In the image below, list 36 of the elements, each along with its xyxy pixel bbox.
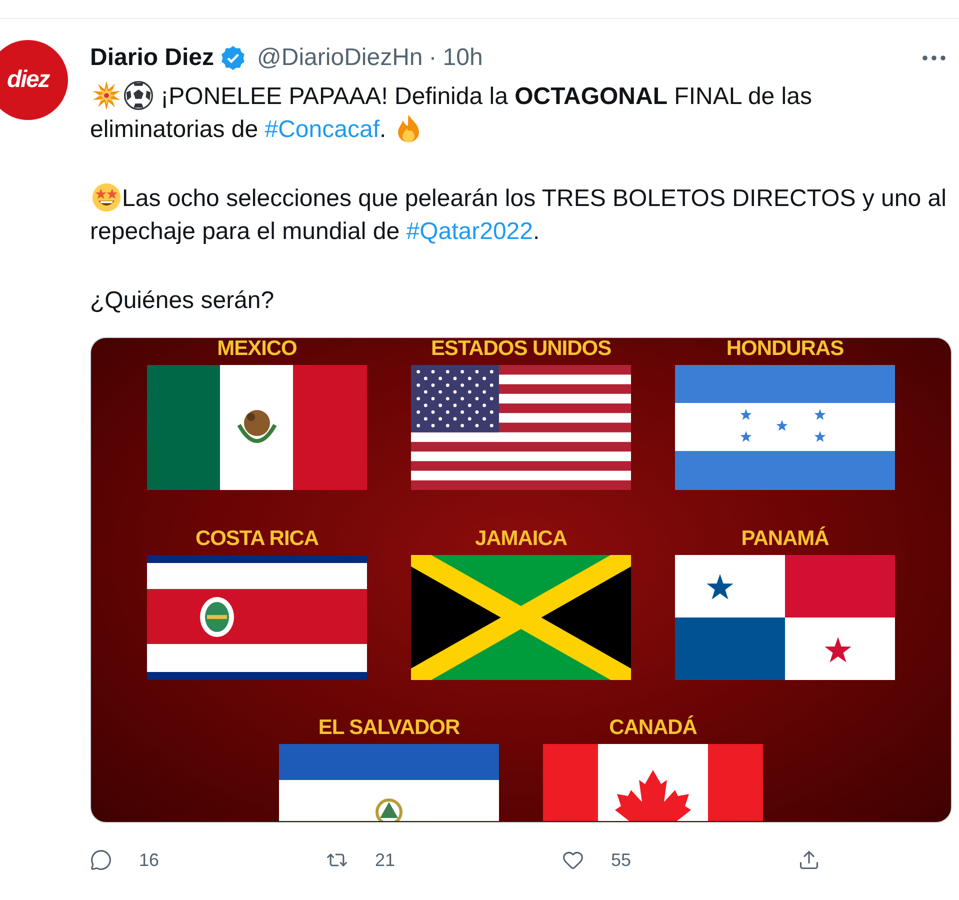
author-handle[interactable]: @DiarioDiezHn — [257, 40, 423, 76]
tweet-text: ¡PONELEE PAPAAA! Definida la OCTAGONAL FINAL de las eliminatorias de #Concacaf. — [90, 80, 813, 145]
star-eyes-face-emoji-icon — [92, 183, 120, 212]
country-name: ESTADOS UNIDOS — [430, 338, 612, 360]
honduran-flag-icon — [675, 365, 895, 490]
like-button[interactable]: 55 — [562, 846, 632, 874]
canadian-flag-icon — [543, 744, 763, 821]
country-name: EL SALVADOR — [318, 717, 460, 739]
share-icon — [798, 849, 820, 871]
tweet-text: Las ocho selecciones que pelearán los TRES BOLETOS DIRECTOS y uno al repechaje para el mundial de #Qatar2022. — [90, 182, 948, 247]
separator-dot: · — [428, 43, 437, 73]
avatar-logo[interactable]: diez — [0, 40, 68, 120]
mexican-flag-icon — [147, 365, 367, 490]
costa-rican-flag-icon — [147, 555, 367, 680]
us-flag-icon — [411, 365, 631, 490]
burst-emoji-icon — [92, 81, 120, 110]
soccer-ball-emoji-icon — [124, 81, 152, 110]
country-name: PANAMÁ — [741, 528, 829, 550]
tweet-image[interactable]: MEXICO ESTADOS UNIDOS HONDURAS COSTA RICA JAMAICA PANAMÁ EL SALVADOR CANADÁ — [90, 337, 952, 823]
country-name: CANADÁ — [609, 717, 697, 739]
salvadoran-flag-icon — [279, 744, 499, 821]
reply-button[interactable]: 16 — [90, 846, 160, 874]
tweet-text: ¿Quiénes serán? — [90, 286, 276, 316]
more-icon — [922, 55, 946, 61]
panamanian-flag-icon — [675, 555, 895, 680]
heart-icon — [562, 849, 584, 871]
country-name: HONDURAS — [726, 338, 844, 360]
share-button[interactable] — [798, 849, 820, 871]
country-name: COSTA RICA — [195, 528, 319, 550]
country-name: JAMAICA — [475, 528, 567, 550]
retweet-button[interactable]: 21 — [326, 846, 396, 874]
country-name: MEXICO — [217, 338, 297, 360]
tweet-time[interactable]: 10h — [442, 40, 483, 76]
author-name[interactable]: Diario Diez — [90, 40, 214, 76]
jamaican-flag-icon — [411, 555, 631, 680]
speech-bubble-icon — [90, 849, 112, 871]
